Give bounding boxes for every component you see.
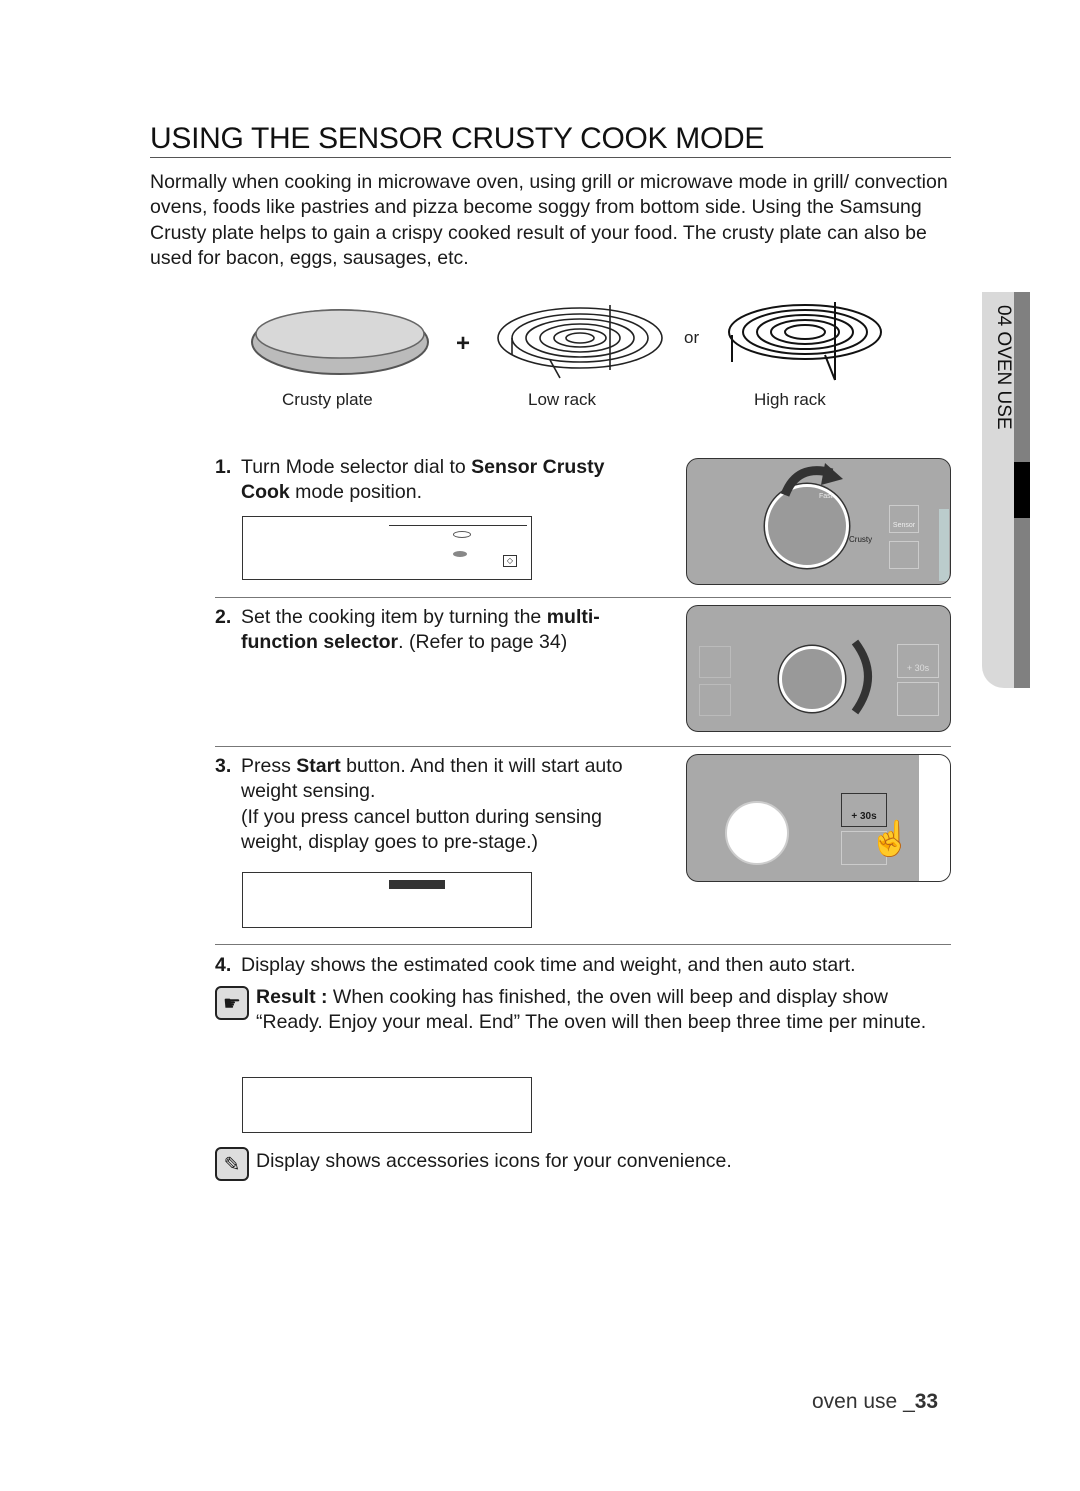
start-indicator-icon: ◇ [503,555,517,567]
low-rack-image [497,305,663,379]
pressing-hand-icon: ☝ [868,820,912,859]
section-indicator [1014,462,1030,518]
high-rack-image [728,302,882,381]
accessories-illustration [251,302,882,381]
display-step-3 [242,872,532,928]
intro-paragraph: Normally when cooking in microwave oven,… [150,171,948,269]
high-rack-label: High rack [754,390,826,409]
rotate-arrow-icon [780,463,843,497]
crusty-plate-label: Crusty plate [282,390,373,409]
cook-button[interactable] [699,646,731,678]
weight-button[interactable] [699,684,731,716]
plus-sign: + [456,330,471,357]
manual-page: { "title": "USING THE SENSOR CRUSTY COOK… [0,0,1080,1491]
rotate-both-arrow-icon [851,639,872,715]
page-footer: oven use _33 [812,1390,939,1413]
display-step-1: ◇ [242,516,532,580]
start-button[interactable]: + 30s [897,644,939,678]
step-3: 3. Press Start button. And then it will … [215,755,623,853]
multi-function-selector[interactable] [779,646,845,712]
fast-label: Fast [819,493,833,500]
sensor-button[interactable]: Sensor [889,505,919,533]
step-4: 4. Display shows the estimated cook time… [215,954,856,976]
low-rack-label: Low rack [528,390,597,409]
sensing-progress-bar [389,880,445,889]
crusty-plate-image [251,309,429,375]
stop-button[interactable] [897,682,939,716]
title-rule [150,157,951,158]
page-title: USING THE SENSOR CRUSTY COOK MODE [150,122,765,155]
side-tab-label: 04 OVEN USE [993,305,1014,430]
mode-selector-panel: Fast Crusty Sensor [686,458,951,585]
result-text: Result : When cooking has finished, the … [256,986,927,1034]
start-button-panel: + 30s ☝ [686,754,951,882]
pointing-hand-icon: ☛ [215,986,249,1020]
step-1: 1. Turn Mode selector dial to Sensor Cru… [215,456,605,504]
step-2: 2. Set the cooking item by turning the m… [215,606,600,654]
crusty-label: Crusty [849,535,873,544]
or-label: or [684,328,700,347]
multi-function-panel: + 30s [686,605,951,732]
display-result [242,1077,532,1133]
note-text: Display shows accessories icons for your… [256,1150,732,1172]
note-pencil-icon: ✎ [215,1147,249,1181]
sensor-reheat-button[interactable] [889,541,919,569]
